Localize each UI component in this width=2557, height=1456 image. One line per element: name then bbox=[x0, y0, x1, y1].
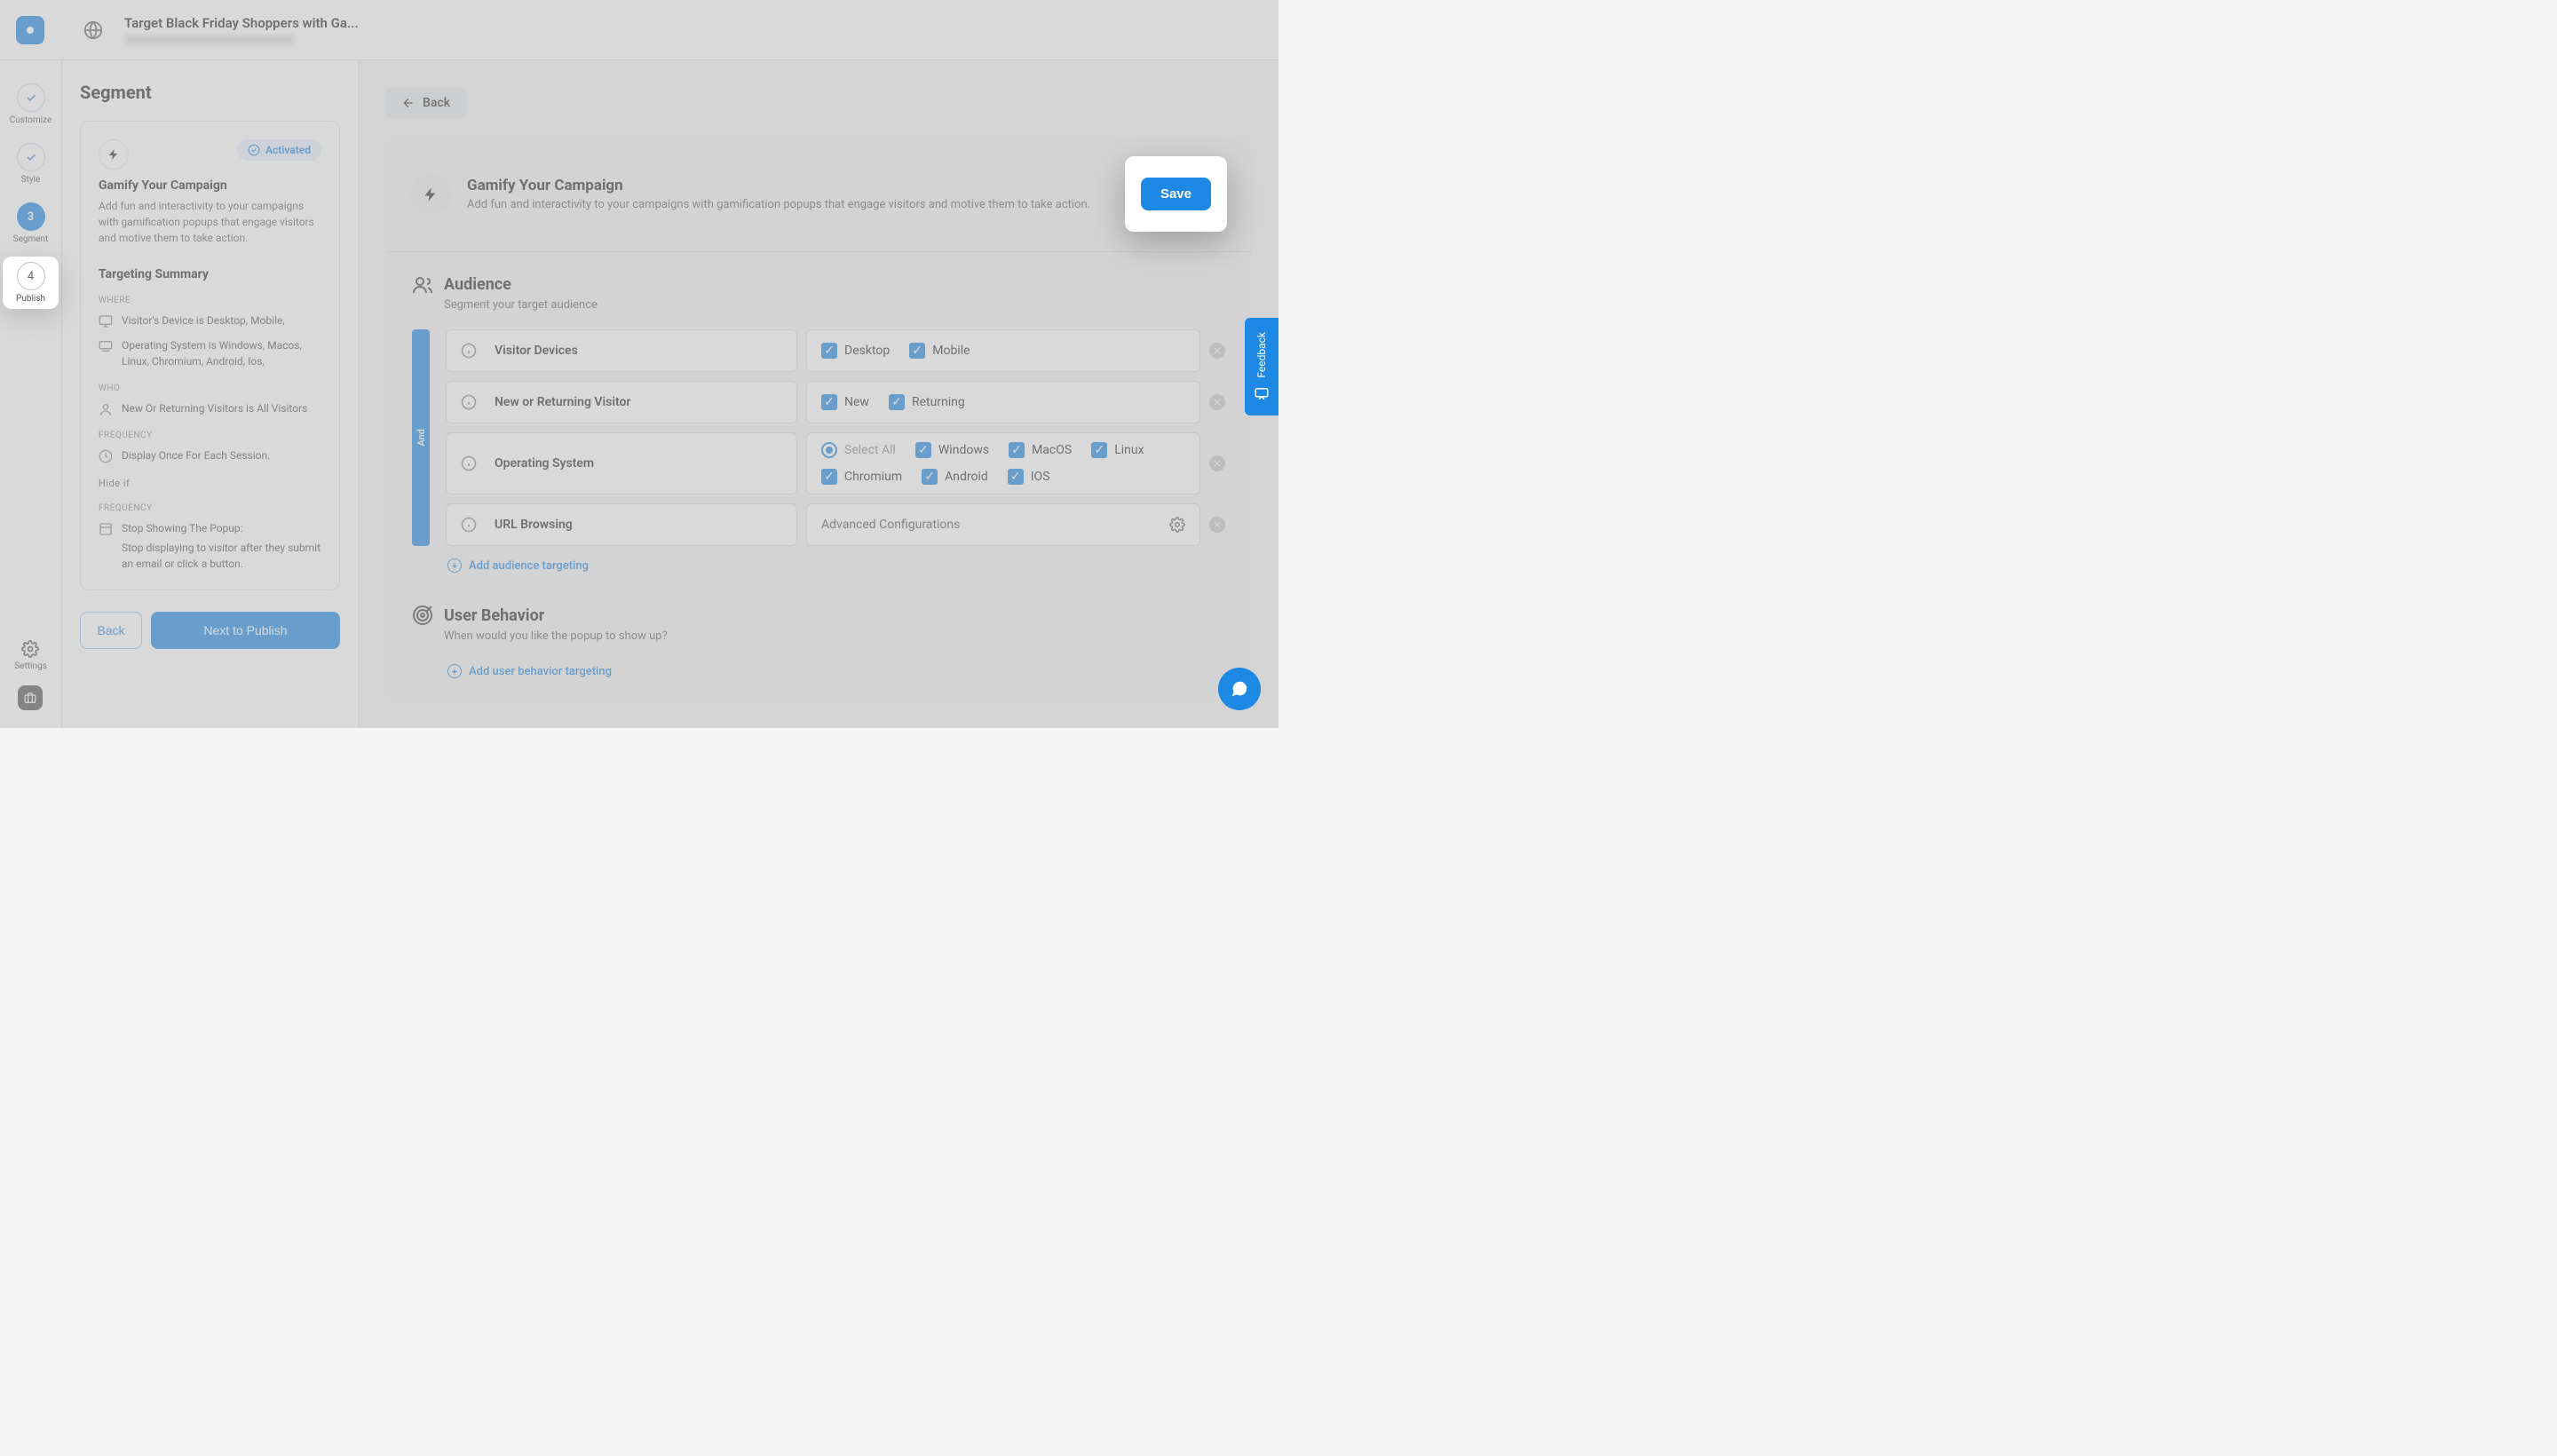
briefcase-button[interactable] bbox=[18, 685, 43, 710]
checkbox-linux[interactable]: ✓Linux bbox=[1091, 442, 1144, 458]
main-back-button[interactable]: Back bbox=[385, 87, 466, 119]
chat-icon bbox=[1254, 385, 1270, 401]
info-icon[interactable] bbox=[461, 343, 477, 359]
audience-sub: Segment your target audience bbox=[444, 298, 1225, 312]
sidebar-heading: Segment bbox=[80, 82, 340, 103]
activated-badge: Activated bbox=[237, 139, 321, 161]
audience-title: Audience bbox=[444, 275, 511, 294]
step-style[interactable]: Style bbox=[0, 138, 61, 190]
chat-bubble-icon bbox=[1230, 679, 1249, 699]
and-connector: And bbox=[412, 329, 430, 546]
info-icon[interactable] bbox=[461, 394, 477, 410]
settings-button[interactable]: Settings bbox=[14, 640, 47, 671]
card-title: Gamify Your Campaign bbox=[99, 178, 321, 193]
banner-desc: Add fun and interactivity to your campai… bbox=[467, 198, 1090, 211]
info-icon[interactable] bbox=[461, 455, 477, 471]
rule-url-right: Advanced Configurations bbox=[806, 503, 1200, 546]
app-logo[interactable] bbox=[16, 16, 44, 44]
delete-rule-button[interactable]: ✕ bbox=[1209, 343, 1225, 359]
rule-os: Operating System bbox=[446, 432, 797, 495]
info-icon[interactable] bbox=[461, 517, 477, 533]
feedback-tab[interactable]: Feedback bbox=[1245, 318, 1278, 415]
sidebar-back-button[interactable]: Back bbox=[80, 612, 142, 649]
delete-rule-button[interactable]: ✕ bbox=[1209, 455, 1225, 471]
behavior-sub: When would you like the popup to show up… bbox=[444, 629, 1225, 643]
checkbox-returning[interactable]: ✓Returning bbox=[889, 394, 965, 410]
page-subtitle-blurred bbox=[124, 35, 295, 45]
arrow-left-icon bbox=[401, 96, 416, 110]
rule-visitor-devices: Visitor Devices bbox=[446, 329, 797, 372]
check-circle-icon bbox=[248, 144, 260, 156]
add-behavior-targeting[interactable]: +Add user behavior targeting bbox=[447, 664, 1225, 678]
rule-os-options: Select All ✓Windows ✓MacOS ✓Linux ✓Chrom… bbox=[806, 432, 1200, 495]
behavior-title: User Behavior bbox=[444, 606, 544, 625]
save-card: Save bbox=[1125, 156, 1227, 232]
step-customize[interactable]: Customize bbox=[0, 78, 61, 131]
step-segment[interactable]: 3 Segment bbox=[0, 197, 61, 249]
bolt-icon bbox=[99, 139, 129, 170]
targeting-summary-heading: Targeting Summary bbox=[99, 267, 321, 281]
checkbox-mobile[interactable]: ✓Mobile bbox=[909, 343, 970, 359]
delete-rule-button[interactable]: ✕ bbox=[1209, 394, 1225, 410]
rule-url: URL Browsing bbox=[446, 503, 797, 546]
checkbox-chromium[interactable]: ✓Chromium bbox=[821, 469, 902, 485]
checkbox-macos[interactable]: ✓MacOS bbox=[1009, 442, 1072, 458]
chat-fab[interactable] bbox=[1218, 668, 1261, 710]
monitor-icon bbox=[99, 339, 113, 353]
person-icon bbox=[99, 402, 113, 416]
gear-icon[interactable] bbox=[1169, 517, 1185, 533]
rule-newreturn-options: ✓New ✓Returning bbox=[806, 381, 1200, 423]
device-icon bbox=[99, 314, 113, 328]
checkbox-android[interactable]: ✓Android bbox=[922, 469, 988, 485]
gear-icon bbox=[21, 640, 39, 658]
target-icon bbox=[412, 605, 433, 626]
banner-bolt-icon bbox=[410, 174, 451, 215]
audience-icon bbox=[412, 273, 433, 295]
delete-rule-button[interactable]: ✕ bbox=[1209, 517, 1225, 533]
card-desc: Add fun and interactivity to your campai… bbox=[99, 198, 321, 246]
globe-icon bbox=[83, 20, 103, 40]
checkbox-new[interactable]: ✓New bbox=[821, 394, 869, 410]
banner-title: Gamify Your Campaign bbox=[467, 177, 1090, 194]
checkbox-windows[interactable]: ✓Windows bbox=[915, 442, 989, 458]
segment-card: Activated Gamify Your Campaign Add fun a… bbox=[80, 121, 340, 590]
clock-icon bbox=[99, 449, 113, 463]
rule-new-returning: New or Returning Visitor bbox=[446, 381, 797, 423]
rule-devices-options: ✓Desktop ✓Mobile bbox=[806, 329, 1200, 372]
radio-select-all[interactable]: Select All bbox=[821, 442, 896, 458]
save-button[interactable]: Save bbox=[1141, 178, 1211, 210]
checkbox-desktop[interactable]: ✓Desktop bbox=[821, 343, 890, 359]
page-title: Target Black Friday Shoppers with Ga... bbox=[124, 15, 359, 31]
add-audience-targeting[interactable]: +Add audience targeting bbox=[447, 558, 1225, 573]
next-to-publish-button[interactable]: Next to Publish bbox=[151, 612, 340, 649]
step-publish[interactable]: 4 Publish bbox=[3, 257, 59, 309]
popup-icon bbox=[99, 522, 113, 536]
briefcase-icon bbox=[24, 692, 36, 704]
checkbox-ios[interactable]: ✓IOS bbox=[1008, 469, 1050, 485]
